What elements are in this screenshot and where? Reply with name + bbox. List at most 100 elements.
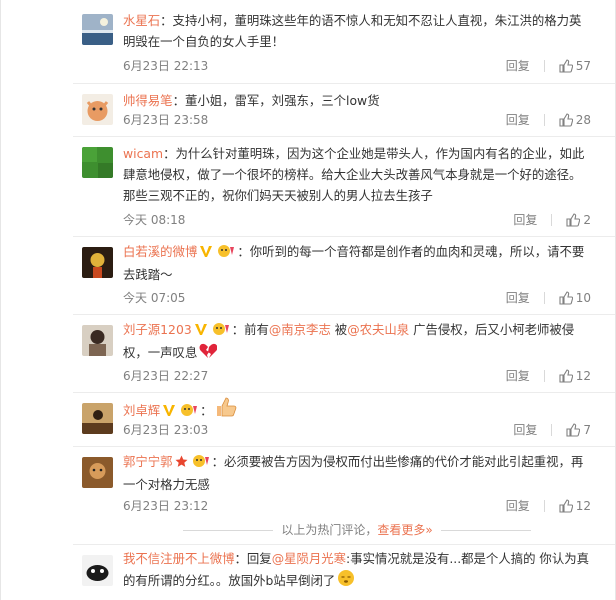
like-button[interactable]: 2	[566, 212, 591, 228]
divider	[73, 446, 615, 447]
comment-time: 6月23日 23:12	[123, 499, 209, 513]
reply-button[interactable]: 回复	[506, 368, 530, 384]
divider	[183, 530, 274, 531]
comment-text-block: 水星石：支持小柯，董明珠这些年的语不惊人和无知不忍让人直视，朱江洪的格力英明毁在…	[123, 10, 593, 52]
thumbs-up-icon	[566, 213, 581, 227]
avatar[interactable]	[82, 14, 113, 45]
like-button[interactable]: 12	[559, 368, 591, 384]
vip-badge-icon	[162, 402, 176, 423]
comment-text-block: wicam：为什么针对董明珠，因为这个企业她是带头人，作为国内有名的企业，如此肆…	[123, 143, 593, 206]
like-button[interactable]: 12	[559, 498, 591, 514]
comment-meta: 今天 08:18 回复 2	[123, 212, 591, 228]
broken-heart-icon	[199, 343, 218, 365]
comment-meta: 6月23日 23:12 回复 12	[123, 498, 591, 514]
divider	[551, 424, 553, 436]
divider	[543, 292, 545, 304]
divider	[73, 236, 615, 237]
avatar[interactable]	[82, 94, 113, 125]
comment-time: 6月23日 22:27	[123, 369, 209, 383]
comment-username[interactable]: 水星石	[123, 13, 160, 28]
mention-link[interactable]: @南京李志	[269, 322, 331, 337]
reply-button[interactable]: 回复	[506, 112, 530, 128]
comment-text-block: 刘子源1203 ：前有@南京李志 被@农夫山泉 广告侵权，后又小柯老师被侵权，一声…	[123, 319, 593, 365]
comment-username[interactable]: 刘卓辉	[123, 403, 160, 418]
comment-text: ：为什么针对董明珠，因为这个企业她是带头人，作为国内有名的企业，如此肆意地侵权，…	[123, 146, 585, 203]
vip-badge-icon	[194, 321, 208, 342]
comment-text-block: 我不信注册不上微博：回复@星陨月光寒:事实情况就是没有...都是个人搞的 你认为…	[123, 548, 593, 593]
divider	[440, 530, 531, 531]
divider	[73, 314, 615, 315]
comment-text-block: 白若溪的微博 ：你听到的每一个音符都是创作者的血肉和灵魂，所以，请不要去践踏～	[123, 241, 593, 285]
avatar[interactable]	[82, 325, 113, 356]
thumbs-up-icon	[559, 113, 573, 127]
star-badge-icon	[175, 453, 188, 474]
like-count: 2	[583, 213, 591, 227]
hot-comments-label: 以上为热门评论，	[281, 523, 378, 537]
comment-text-block: 郭宁宁郭 ：必须要被告方因为侵权而付出些惨痛的代价才能对此引起重视，再一个对格力无…	[123, 451, 593, 495]
comment-username[interactable]: wicam	[123, 146, 163, 161]
reply-button[interactable]: 回复	[506, 58, 530, 74]
avatar[interactable]	[82, 457, 113, 488]
comment-text: 被	[330, 322, 348, 337]
comment-time: 今天 07:05	[123, 291, 186, 305]
member-badge-icon	[217, 243, 235, 264]
comment-username[interactable]: 我不信注册不上微博	[123, 551, 235, 566]
comment-text-block: 刘卓辉 ：	[123, 397, 593, 423]
like-count: 10	[575, 291, 591, 305]
member-badge-icon	[212, 321, 230, 342]
mention-link[interactable]: @农夫山泉	[347, 322, 409, 337]
member-badge-icon	[180, 402, 198, 423]
comment-text: ：回复	[234, 551, 272, 566]
comment-username[interactable]: 白若溪的微博	[123, 244, 197, 259]
comment-time: 6月23日 23:03	[123, 423, 209, 437]
comment-meta: 6月23日 23:03 回复 7	[123, 422, 591, 438]
mention-link[interactable]: @星陨月光寒	[272, 551, 346, 566]
thumbs-up-icon	[559, 291, 573, 305]
divider	[73, 136, 615, 137]
like-count: 28	[575, 113, 591, 127]
comment-meta: 6月23日 23:58 回复 28	[123, 112, 591, 128]
hot-comments-divider: 以上为热门评论，查看更多»	[123, 522, 591, 538]
comment-time: 6月23日 22:13	[123, 59, 209, 73]
comment-time: 今天 08:18	[123, 213, 186, 227]
comment-username[interactable]: 郭宁宁郭	[123, 454, 173, 469]
reply-button[interactable]: 回复	[506, 498, 530, 514]
view-more-link[interactable]: 查看更多»	[377, 523, 432, 537]
thumbs-up-icon	[559, 59, 573, 73]
reply-button[interactable]: 回复	[513, 422, 537, 438]
thumbs-up-emoji-icon	[215, 397, 237, 423]
divider	[543, 370, 545, 382]
comment-meta: 6月23日 22:27 回复 12	[123, 368, 591, 384]
reply-button[interactable]: 回复	[506, 290, 530, 306]
avatar[interactable]	[82, 403, 113, 434]
comment-text: ：董小姐，雷军，刘强东，三个low货	[172, 93, 380, 108]
reply-button[interactable]: 回复	[513, 212, 537, 228]
thumbs-up-icon	[559, 499, 573, 513]
divider	[73, 83, 615, 84]
like-count: 12	[575, 499, 591, 513]
comment-text: ：	[200, 403, 213, 418]
like-button[interactable]: 7	[566, 422, 591, 438]
thumbs-up-icon	[566, 423, 581, 437]
avatar[interactable]	[82, 147, 113, 178]
comment-list: 水星石：支持小柯，董明珠这些年的语不惊人和无知不忍让人直视，朱江洪的格力英明毁在…	[0, 0, 616, 600]
like-button[interactable]: 57	[559, 58, 591, 74]
like-count: 57	[575, 59, 591, 73]
divider	[543, 60, 545, 72]
vip-badge-icon	[199, 243, 213, 264]
avatar[interactable]	[82, 555, 113, 586]
comment-text-block: 帅得易笔：董小姐，雷军，刘强东，三个low货	[123, 90, 593, 111]
like-count: 7	[583, 423, 591, 437]
comment-username[interactable]: 刘子源1203	[123, 322, 192, 337]
like-button[interactable]: 28	[559, 112, 591, 128]
thumbs-up-icon	[559, 369, 573, 383]
sleepy-face-emoji-icon	[337, 569, 355, 593]
comment-username[interactable]: 帅得易笔	[123, 93, 173, 108]
divider	[543, 500, 545, 512]
comment-time: 6月23日 23:58	[123, 113, 209, 127]
like-count: 12	[575, 369, 591, 383]
comment-text: ：支持小柯，董明珠这些年的语不惊人和无知不忍让人直视，朱江洪的格力英明毁在一个自…	[123, 13, 582, 49]
like-button[interactable]: 10	[559, 290, 591, 306]
member-badge-icon	[192, 453, 210, 474]
avatar[interactable]	[82, 247, 113, 278]
